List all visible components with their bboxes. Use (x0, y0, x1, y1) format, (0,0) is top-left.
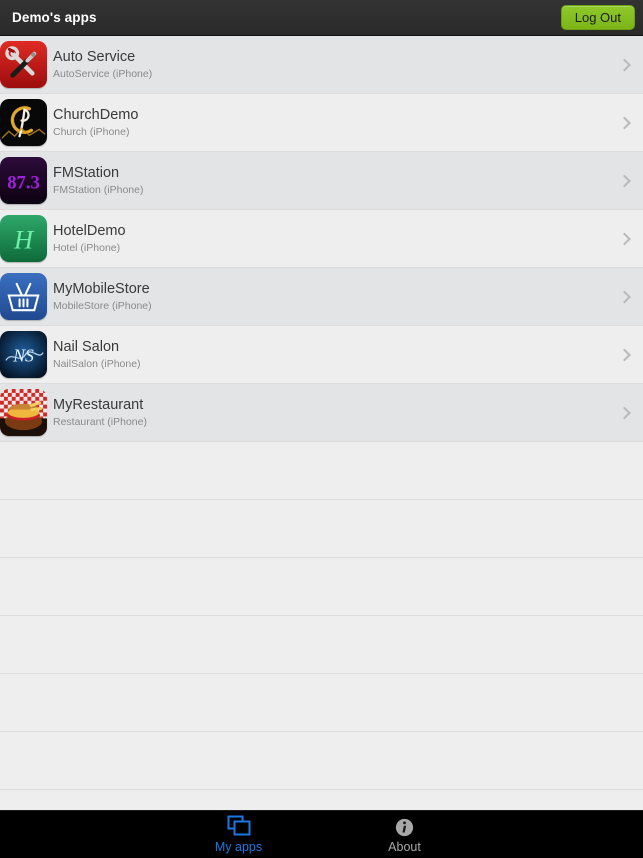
app-subtitle: Restaurant (iPhone) (53, 416, 147, 428)
chevron-right-icon (618, 232, 631, 245)
auto-service-icon (0, 41, 47, 88)
app-name: FMStation (53, 165, 120, 181)
tab-about[interactable]: About (350, 815, 460, 854)
app-screen: Demo's apps Log Out Auto Service AutoSer… (0, 0, 643, 858)
chevron-right-icon (618, 58, 631, 71)
hotel-icon: H (0, 215, 47, 262)
chevron-right-icon (618, 406, 631, 419)
app-list-row[interactable]: Auto Service AutoService (iPhone) (0, 36, 643, 94)
tab-my-apps[interactable]: My apps (184, 815, 294, 854)
app-name: Auto Service (53, 49, 136, 65)
app-row-text: MyMobileStore MobileStore (iPhone) (53, 280, 152, 313)
app-subtitle: Hotel (iPhone) (53, 242, 121, 254)
app-list-row[interactable]: MyMobileStore MobileStore (iPhone) (0, 268, 643, 326)
bottom-tab-bar: My apps About (0, 810, 643, 858)
app-list-row[interactable]: NS Nail Salon NailSalon (iPhone) (0, 326, 643, 384)
fmstation-icon: 87.3 (0, 157, 47, 204)
app-row-text: Auto Service AutoService (iPhone) (53, 48, 152, 81)
app-subtitle: Church (iPhone) (53, 126, 130, 138)
app-name: MyRestaurant (53, 397, 144, 413)
chevron-right-icon (618, 290, 631, 303)
app-list-row[interactable]: H HotelDemo Hotel (iPhone) (0, 210, 643, 268)
empty-list-row (0, 790, 643, 810)
app-subtitle: FMStation (iPhone) (53, 184, 144, 196)
empty-list-row (0, 558, 643, 616)
chevron-right-icon (618, 174, 631, 187)
empty-list-row (0, 732, 643, 790)
app-row-text: Nail Salon NailSalon (iPhone) (53, 338, 141, 371)
app-name: Nail Salon (53, 339, 120, 355)
app-name: MyMobileStore (53, 281, 150, 297)
svg-text:NS: NS (12, 345, 34, 365)
tab-my-apps-label: My apps (214, 840, 263, 854)
app-list-row[interactable]: MyRestaurant Restaurant (iPhone) (0, 384, 643, 442)
app-row-text: FMStation FMStation (iPhone) (53, 164, 143, 197)
app-row-text: ChurchDemo Church (iPhone) (53, 106, 138, 139)
nail-salon-icon: NS (0, 331, 47, 378)
app-subtitle: MobileStore (iPhone) (53, 300, 152, 312)
church-icon (0, 99, 47, 146)
top-navigation-bar: Demo's apps Log Out (0, 0, 643, 36)
empty-list-row (0, 674, 643, 732)
app-row-text: MyRestaurant Restaurant (iPhone) (53, 396, 147, 429)
tab-about-label: About (388, 840, 421, 854)
empty-list-row (0, 442, 643, 500)
app-subtitle: AutoService (iPhone) (53, 68, 153, 80)
chevron-right-icon (618, 116, 631, 129)
info-circle-icon (395, 815, 414, 837)
log-out-button[interactable]: Log Out (560, 5, 635, 30)
empty-list-row (0, 616, 643, 674)
chevron-right-icon (618, 348, 631, 361)
empty-list-row (0, 500, 643, 558)
app-name: HotelDemo (53, 223, 126, 239)
mobile-store-icon (0, 273, 47, 320)
restaurant-icon (0, 389, 47, 436)
page-title: Demo's apps (12, 10, 97, 25)
app-list[interactable]: Auto Service AutoService (iPhone) Church… (0, 36, 643, 810)
app-name: ChurchDemo (53, 107, 139, 123)
svg-text:H: H (13, 224, 35, 254)
app-subtitle: NailSalon (iPhone) (53, 358, 141, 370)
app-row-text: HotelDemo Hotel (iPhone) (53, 222, 126, 255)
apps-stack-icon (226, 815, 252, 837)
app-list-row[interactable]: ChurchDemo Church (iPhone) (0, 94, 643, 152)
app-list-row[interactable]: 87.3 FMStation FMStation (iPhone) (0, 152, 643, 210)
svg-text:87.3: 87.3 (7, 172, 40, 193)
